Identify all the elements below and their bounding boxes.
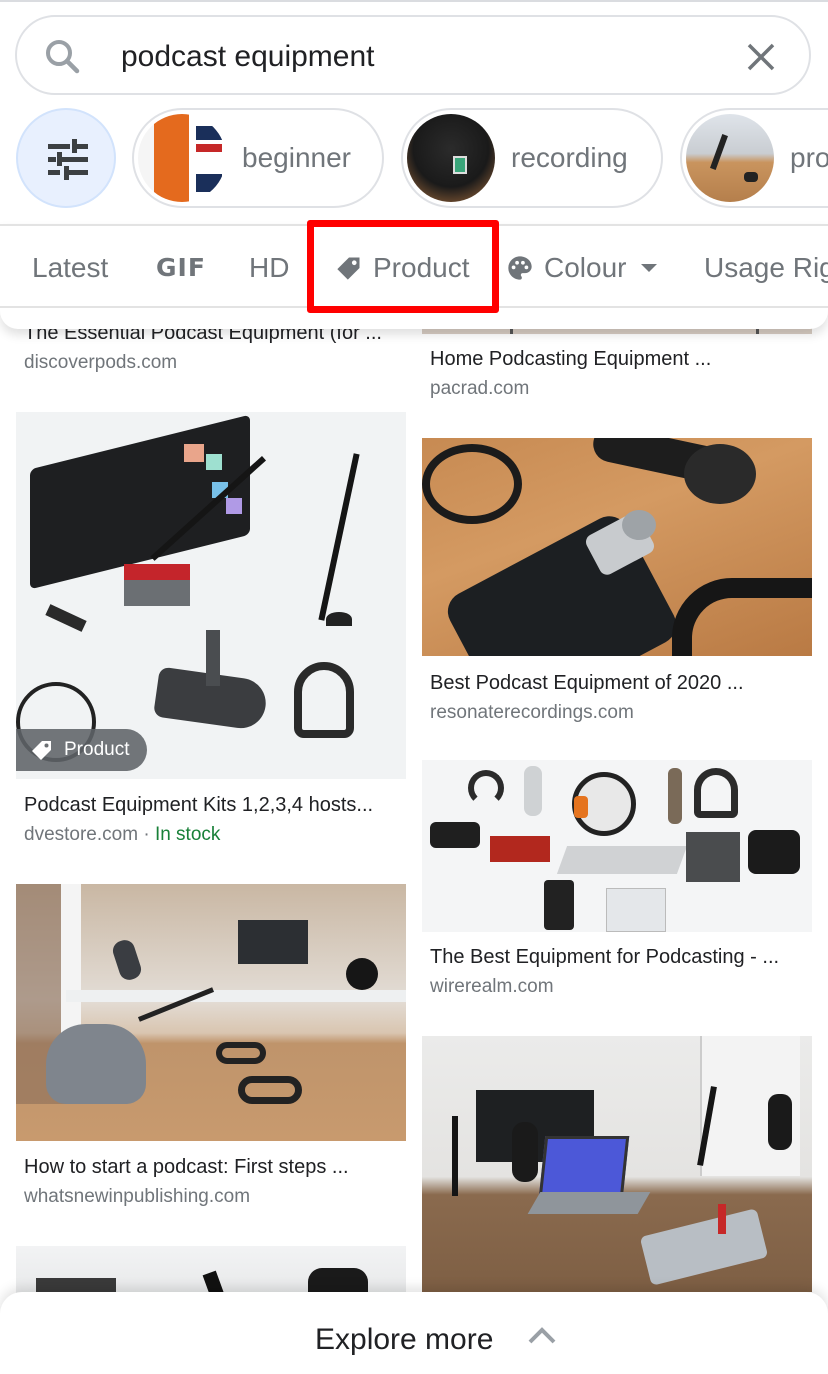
tool-hd[interactable]: HD: [249, 248, 289, 288]
tune-sliders-icon: [48, 139, 88, 180]
tool-colour[interactable]: Colour: [506, 248, 658, 288]
tool-usage-rights[interactable]: Usage Rights: [704, 248, 828, 288]
result-item[interactable]: [422, 1036, 812, 1296]
source-separator: ·: [138, 824, 155, 845]
close-icon[interactable]: [743, 39, 779, 75]
result-source: whatsnewinpublishing.com: [24, 1186, 251, 1207]
chevron-up-icon[interactable]: [528, 1326, 556, 1344]
result-item[interactable]: Product Podcast Equipment Kits 1,2,3,4 h…: [16, 412, 406, 852]
product-badge: Product: [16, 729, 148, 771]
result-title[interactable]: Home Podcasting Equipment ...: [430, 346, 810, 372]
tool-product[interactable]: Product: [335, 248, 470, 288]
tool-gif[interactable]: GIF: [156, 248, 206, 288]
result-source: discoverpods.com: [24, 352, 178, 373]
result-item[interactable]: Best Podcast Equipment of 2020 ... reson…: [422, 438, 812, 728]
badge-label: Product: [64, 739, 130, 760]
explore-more-label[interactable]: Explore more: [315, 1320, 493, 1360]
chip-label: beginner: [242, 142, 351, 173]
suggestion-chips: beginner recording pro: [0, 108, 828, 210]
search-icon[interactable]: [43, 37, 83, 77]
stock-status: In stock: [154, 824, 221, 845]
chip-pro[interactable]: pro: [680, 108, 828, 208]
chip-label: pro: [790, 142, 828, 173]
tool-colour-label: Colour: [544, 252, 627, 283]
result-source: pacrad.com: [430, 378, 530, 399]
result-title[interactable]: Podcast Equipment Kits 1,2,3,4 hosts...: [24, 792, 404, 818]
tag-icon: [32, 741, 51, 760]
filter-button[interactable]: [16, 108, 116, 208]
result-image[interactable]: [16, 884, 406, 1141]
result-title[interactable]: Best Podcast Equipment of 2020 ...: [430, 670, 810, 696]
chip-recording[interactable]: recording: [401, 108, 663, 208]
result-title[interactable]: How to start a podcast: First steps ...: [24, 1154, 404, 1180]
result-image[interactable]: [422, 438, 812, 656]
dropdown-arrow-icon: [641, 264, 658, 272]
result-item[interactable]: The Best Equipment for Podcasting - ... …: [422, 760, 812, 1000]
chip-thumbnail: [407, 114, 495, 202]
chip-thumbnail: [138, 114, 226, 202]
explore-more-sheet[interactable]: Explore more: [0, 1292, 828, 1374]
search-bar[interactable]: podcast equipment: [15, 15, 811, 95]
result-source: wirerealm.com: [430, 976, 554, 997]
result-image[interactable]: [422, 760, 812, 932]
chip-beginner[interactable]: beginner: [132, 108, 384, 208]
tools-divider: [0, 306, 828, 308]
palette-icon: [508, 256, 532, 280]
source-domain: dvestore.com: [24, 824, 139, 845]
search-tools-bar: Latest GIF HD Product Colour Usage Right…: [0, 224, 828, 329]
chip-thumbnail: [686, 114, 774, 202]
search-input[interactable]: podcast equipment: [121, 37, 375, 77]
top-divider: [0, 0, 828, 2]
result-image[interactable]: [422, 1036, 812, 1292]
tag-icon: [337, 257, 360, 280]
tool-latest[interactable]: Latest: [32, 248, 108, 288]
result-source: resonaterecordings.com: [430, 702, 634, 723]
result-image[interactable]: Product: [16, 412, 406, 779]
result-title[interactable]: The Best Equipment for Podcasting - ...: [430, 944, 810, 970]
tool-product-label: Product: [373, 252, 470, 283]
result-item[interactable]: How to start a podcast: First steps ... …: [16, 884, 406, 1214]
result-source: dvestore.com · In stock: [24, 822, 220, 848]
chip-label: recording: [511, 142, 628, 173]
